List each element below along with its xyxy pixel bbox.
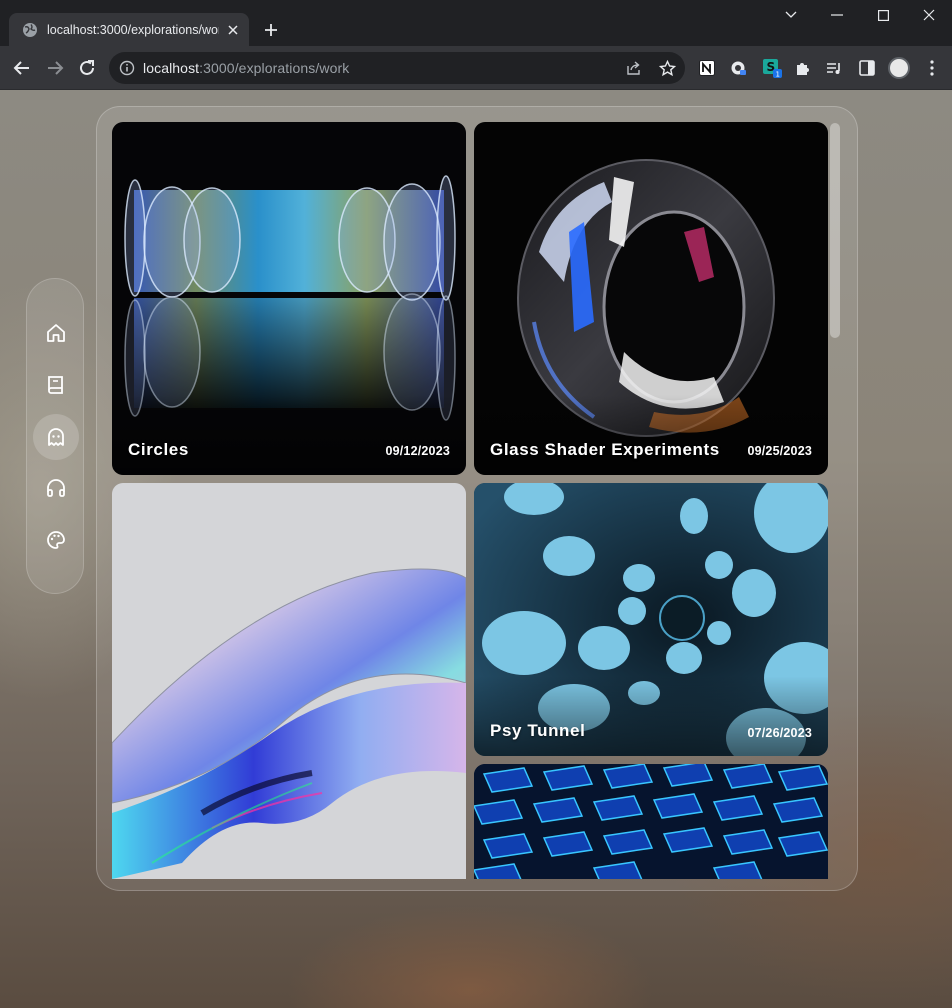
page-viewport: Circles 09/12/2023 Glass Shader Experime… xyxy=(0,90,952,1008)
url-text: localhost:3000/explorations/work xyxy=(143,60,350,76)
minimize-icon xyxy=(831,14,843,16)
side-panel-icon[interactable] xyxy=(857,58,877,78)
reload-icon xyxy=(80,60,94,75)
iridescent-ribbon-artwork xyxy=(112,568,466,879)
headphones-icon xyxy=(47,479,65,497)
gallery-card-psy-tunnel[interactable]: Psy Tunnel 07/26/2023 xyxy=(474,483,828,756)
caption-shade xyxy=(474,676,828,756)
card-date: 09/25/2023 xyxy=(747,444,812,458)
arrow-right-icon xyxy=(48,61,64,75)
profile-avatar[interactable] xyxy=(888,57,910,79)
close-tab-icon[interactable] xyxy=(225,22,241,38)
card-title: Glass Shader Experiments xyxy=(490,440,720,459)
scrollbar-thumb[interactable] xyxy=(830,123,840,338)
tab-search-button[interactable] xyxy=(768,0,814,30)
caption-shade xyxy=(112,395,466,475)
minimize-button[interactable] xyxy=(814,0,860,30)
tab-title: localhost:3000/explorations/work xyxy=(47,22,219,37)
maximize-button[interactable] xyxy=(860,0,906,30)
book-icon xyxy=(48,376,63,394)
forward-button[interactable] xyxy=(42,55,68,81)
bookmark-star-icon[interactable] xyxy=(658,59,676,77)
browser-toolbar: localhost:3000/explorations/work S1 xyxy=(0,46,952,90)
browser-tab[interactable]: localhost:3000/explorations/work xyxy=(9,13,249,46)
palette-icon xyxy=(47,531,65,549)
extension-s-icon[interactable]: S1 xyxy=(762,58,782,78)
ghost-icon xyxy=(48,428,64,446)
nav-music-button[interactable] xyxy=(33,465,79,511)
nav-home-button[interactable] xyxy=(33,310,79,356)
browser-titlebar: localhost:3000/explorations/work xyxy=(0,0,952,46)
gallery-card-blue-tiles[interactable] xyxy=(474,764,828,879)
gallery-card-iridescent[interactable] xyxy=(112,483,466,879)
blue-tiles-artwork xyxy=(474,764,828,879)
globe-icon xyxy=(23,22,37,37)
home-icon xyxy=(47,324,65,342)
maximize-icon xyxy=(877,9,889,21)
gallery-card-glass-shader[interactable]: Glass Shader Experiments 09/25/2023 xyxy=(474,122,828,475)
arrow-left-icon xyxy=(13,61,29,75)
back-button[interactable] xyxy=(9,55,35,81)
new-tab-button[interactable] xyxy=(258,17,284,43)
close-window-button[interactable] xyxy=(906,0,952,30)
card-title: Psy Tunnel xyxy=(490,721,586,740)
address-bar[interactable]: localhost:3000/explorations/work xyxy=(109,52,685,84)
puzzle-icon[interactable] xyxy=(793,58,813,78)
card-date: 09/12/2023 xyxy=(385,444,450,458)
card-title: Circles xyxy=(128,440,189,459)
nav-explorations-button[interactable] xyxy=(33,414,79,460)
gallery-panel[interactable]: Circles 09/12/2023 Glass Shader Experime… xyxy=(96,106,858,891)
reload-button[interactable] xyxy=(74,55,100,81)
nav-art-button[interactable] xyxy=(33,517,79,563)
plus-icon xyxy=(265,24,277,36)
caption-shade xyxy=(474,395,828,475)
side-navigation xyxy=(26,278,84,594)
kebab-menu-icon[interactable] xyxy=(922,58,942,78)
info-icon[interactable] xyxy=(119,60,135,76)
media-queue-icon[interactable] xyxy=(824,58,844,78)
nav-book-button[interactable] xyxy=(33,362,79,408)
close-icon xyxy=(923,9,935,21)
gallery-card-circles[interactable]: Circles 09/12/2023 xyxy=(112,122,466,475)
chevron-down-icon xyxy=(785,11,797,18)
extension-lock-icon[interactable] xyxy=(729,58,749,78)
notion-extension-icon[interactable] xyxy=(697,58,717,78)
card-date: 07/26/2023 xyxy=(747,726,812,740)
share-icon[interactable] xyxy=(625,59,643,77)
svg-text:1: 1 xyxy=(776,71,780,79)
